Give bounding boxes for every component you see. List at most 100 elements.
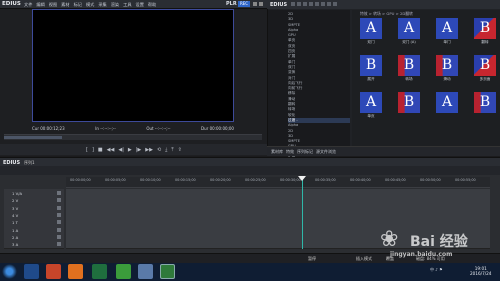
track-toggle-icon[interactable] <box>57 234 61 239</box>
track-toggle-icon[interactable] <box>57 205 61 210</box>
track-label: 4 V <box>12 212 19 218</box>
transport-controls: [ ] ■ ◀◀ ◀| ▶ |▶ ▶▶ ⟲ ⤓ ⤒ ⇪ <box>0 144 267 155</box>
menu-marker[interactable]: 标记 <box>74 2 82 8</box>
rec-toggle[interactable]: REC <box>238 1 250 7</box>
tab-source-browser[interactable]: 源文件浏览 <box>316 149 336 155</box>
menu-render[interactable]: 渲染 <box>111 2 119 8</box>
track-header[interactable]: 3 A <box>4 240 64 249</box>
effect-thumb[interactable]: B 滑动 <box>436 55 458 81</box>
effect-thumb[interactable]: A <box>436 92 458 118</box>
track-toggle-icon[interactable] <box>57 242 61 247</box>
track-toggle-icon[interactable] <box>57 212 61 217</box>
effect-thumb[interactable]: B 展开 <box>360 55 382 81</box>
track-toggle-icon[interactable] <box>57 220 61 225</box>
overwrite-icon[interactable]: ⤒ <box>171 147 173 153</box>
effect-thumb-image: B <box>474 18 496 39</box>
effect-thumb[interactable]: B 多页面 <box>474 55 496 81</box>
watermark-url: jingyan.baidu.com <box>390 251 453 258</box>
menu-capture[interactable]: 采集 <box>98 2 106 8</box>
set-out-icon[interactable]: ] <box>92 147 94 153</box>
timeline-scrollbar[interactable] <box>490 188 498 248</box>
menu-file[interactable]: 文件 <box>24 2 32 8</box>
cut-icon[interactable] <box>309 2 313 6</box>
menu-mode[interactable]: 模式 <box>86 2 94 8</box>
export-icon[interactable]: ⇪ <box>178 147 182 153</box>
effect-thumb[interactable]: A 单门 <box>436 18 458 44</box>
effect-thumb-label: 展开 <box>367 77 375 81</box>
effect-thumb[interactable]: A 双门 <box>360 18 382 44</box>
menu-edit[interactable]: 编辑 <box>36 2 44 8</box>
menu-settings[interactable]: 设置 <box>136 2 144 8</box>
clock-date: 2016/7/24 <box>470 271 492 276</box>
effect-thumb[interactable]: B 转场 <box>398 55 420 81</box>
effect-window-titlebar: EDIUS <box>267 0 500 9</box>
effect-window-title: EDIUS <box>270 2 288 8</box>
new-icon[interactable] <box>303 2 307 6</box>
ruler-tick-label: 00:00:35;00 <box>315 178 336 182</box>
chat-icon[interactable] <box>116 264 131 279</box>
edius-taskbar-icon[interactable] <box>160 264 175 279</box>
effect-thumb-image: A <box>360 92 382 113</box>
tab-effects[interactable]: 特效 <box>286 149 294 155</box>
playhead-handle[interactable] <box>298 176 306 181</box>
watermark-brand: Bai 经验 <box>410 234 468 250</box>
menu-view[interactable]: 视图 <box>49 2 57 8</box>
scrub-bar[interactable] <box>4 134 262 140</box>
effect-thumb[interactable]: A 双门 (A) <box>398 18 420 44</box>
delete-icon[interactable] <box>327 2 331 6</box>
effect-thumb[interactable]: B 翻转 <box>474 18 496 44</box>
folder-app-icon[interactable] <box>138 264 153 279</box>
status-mode: 暂停 <box>308 256 316 261</box>
play-icon[interactable]: ▶ <box>128 147 132 153</box>
effect-toolbar <box>291 2 337 6</box>
rewind-icon[interactable]: ◀◀ <box>107 147 115 153</box>
firefox-icon[interactable] <box>68 264 83 279</box>
playhead-line[interactable] <box>302 177 303 249</box>
duration-timecode: Dur 00:00:00;00 <box>201 126 234 131</box>
prev-frame-icon[interactable]: ◀| <box>118 147 124 153</box>
copy-icon[interactable] <box>315 2 319 6</box>
app-logo: EDIUS <box>2 1 21 7</box>
properties-icon[interactable] <box>333 2 337 6</box>
next-frame-icon[interactable]: |▶ <box>136 147 142 153</box>
plr-toggle[interactable]: PLR <box>226 1 237 7</box>
clock[interactable]: 19:01 2016/7/24 <box>470 266 491 276</box>
menu-clip[interactable]: 素材 <box>61 2 69 8</box>
in-timecode: In --:--:--;-- <box>95 126 116 131</box>
start-icon[interactable] <box>2 264 17 279</box>
paw-icon: ❀ <box>380 227 399 252</box>
track-label: 3 A <box>12 242 19 248</box>
timeline-ruler[interactable]: 00:00:00;00 00:00:05;00 00:00:10;00 00:00:1… <box>66 177 490 188</box>
track-toggle-icon[interactable] <box>57 227 61 232</box>
media-player-icon[interactable] <box>46 264 61 279</box>
track-toggle-icon[interactable] <box>57 198 61 203</box>
loop-icon[interactable]: ⟲ <box>157 147 161 153</box>
track-toggle-icon[interactable] <box>57 191 61 195</box>
system-tray[interactable]: 中 ♪ ⚑ <box>430 267 443 273</box>
menu-tools[interactable]: 工具 <box>123 2 131 8</box>
app-icon[interactable] <box>92 264 107 279</box>
stop-icon[interactable]: ■ <box>98 147 103 153</box>
explorer-icon[interactable] <box>24 264 39 279</box>
scrub-fill <box>4 136 62 139</box>
folder-icon[interactable] <box>291 2 295 6</box>
up-folder-icon[interactable] <box>297 2 301 6</box>
track-label: 1 T <box>12 220 18 226</box>
insert-icon[interactable]: ⤓ <box>165 147 167 153</box>
minimize-icon[interactable] <box>253 2 257 6</box>
menu-help[interactable]: 帮助 <box>148 2 156 8</box>
effect-tree[interactable]: 2D 3D SMPTE Alpha GPU 单页 双页 四页 扩展 单门 双门 变换 对门 向后飞行 向前飞… <box>268 10 350 260</box>
paste-icon[interactable] <box>321 2 325 6</box>
set-in-icon[interactable]: [ <box>86 147 88 153</box>
tab-sequence-markers[interactable]: 序列标记 <box>297 149 313 155</box>
effect-tabs: 素材库 特效 序列标记 源文件浏览 <box>267 146 500 156</box>
effect-thumb-label: 翻转 <box>481 40 489 44</box>
fast-forward-icon[interactable]: ▶▶ <box>145 147 153 153</box>
effect-thumb[interactable]: B <box>398 92 420 118</box>
effect-thumb[interactable]: B <box>474 92 496 118</box>
ruler-tick-label: 00:00:05;00 <box>105 178 126 182</box>
track-label: 1 V/A <box>12 191 23 196</box>
tab-bin[interactable]: 素材库 <box>271 149 283 155</box>
effect-thumb[interactable]: A 单页 <box>360 92 382 118</box>
close-icon[interactable] <box>259 2 263 6</box>
